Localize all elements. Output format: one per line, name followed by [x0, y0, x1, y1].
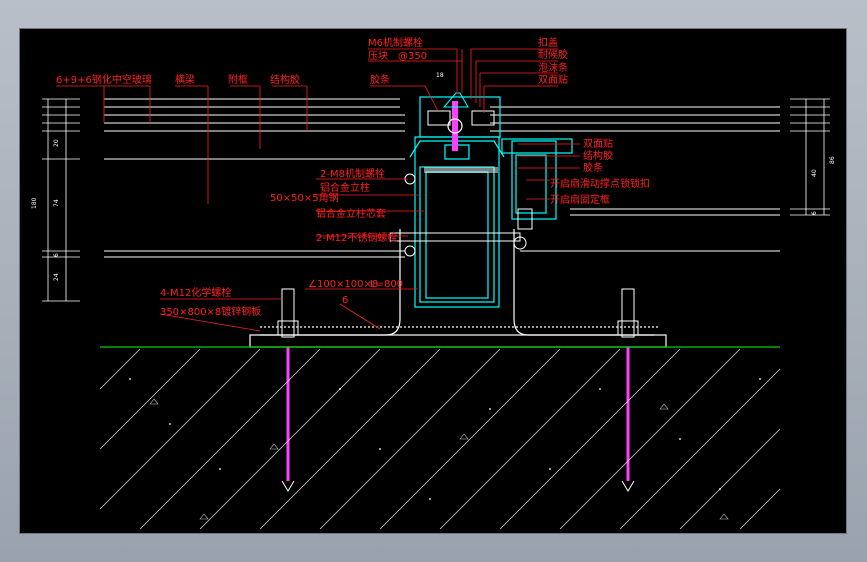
dim-right-40: 40: [811, 169, 818, 177]
dim-pressure-offset: 18: [436, 72, 444, 79]
label-structural-sealant: 结构胶: [270, 73, 300, 86]
label-m12-stainless-bolts: 2-M12不锈钢螺栓: [316, 231, 397, 244]
label-window-fixing-frame: 开启扇固定框: [550, 193, 610, 206]
label-chemical-anchors: 4-M12化学螺栓: [160, 286, 231, 299]
dim-right-6: 6: [811, 211, 818, 215]
label-weather-sealant: 耐候胶: [538, 48, 568, 61]
anchor-bolts: [277, 288, 639, 492]
dim-left-24: 24: [53, 273, 60, 281]
cad-viewer-window: 180 20 74 6 24 40 86 6 6+9+6钢化中空玻璃 横梁 附框…: [0, 0, 867, 562]
concrete-aggregate: [129, 378, 761, 520]
label-glass: 6+9+6钢化中空玻璃: [56, 73, 152, 86]
concrete-hatch: [99, 348, 781, 530]
label-rubber-strip: 胶条: [370, 73, 390, 86]
label-structural-sealant-2: 结构胶: [583, 149, 613, 162]
label-cover-strip: 扣盖: [538, 36, 558, 49]
label-foam-rod: 泡沫条: [538, 61, 568, 74]
label-m6-bolt: M6机制螺栓: [368, 36, 423, 49]
aluminum-mullion-profile: [409, 96, 573, 308]
label-pressure-plate: 压块: [368, 50, 388, 62]
section-drawing: 180 20 74 6 24 40 86 6 6+9+6钢化中空玻璃 横梁 附框…: [31, 36, 836, 530]
label-beam: 横梁: [175, 73, 195, 86]
mullion-bolts: [389, 167, 533, 257]
dim-right-86: 86: [829, 156, 836, 164]
label-weld: 6: [342, 295, 348, 306]
label-window-mullion-lock: 开启扇滑动撑点锁锁扣: [550, 177, 650, 190]
label-pressure-plate-spacing: @350: [398, 51, 427, 62]
label-aluminum-mullion: 铝合金立柱: [320, 181, 370, 194]
label-mullion-core: 铝合金立柱芯套: [316, 207, 386, 220]
dim-left-74: 74: [53, 199, 60, 207]
left-dimension-chain: [42, 98, 80, 302]
label-embedded-plate: 350×800×8镀锌钢板: [160, 305, 261, 318]
dim-left-20: 20: [53, 139, 60, 147]
label-m8-bolts: 2-M8机制螺栓: [320, 167, 385, 180]
drawing-canvas[interactable]: 180 20 74 6 24 40 86 6 6+9+6钢化中空玻璃 横梁 附框…: [20, 29, 846, 533]
label-subframe: 附框: [228, 73, 248, 86]
dim-left-180: 180: [31, 197, 38, 209]
label-angle-length: L=800: [370, 279, 403, 290]
label-double-sided-tape: 双面贴: [538, 73, 568, 86]
label-rubber-strip-2: 胶条: [583, 161, 603, 174]
label-double-tape-2: 双面贴: [583, 137, 613, 150]
dim-left-6: 6: [53, 253, 60, 257]
label-angle-spec: ∠100×100×8: [308, 279, 378, 290]
right-dimension-chain: [790, 98, 830, 216]
